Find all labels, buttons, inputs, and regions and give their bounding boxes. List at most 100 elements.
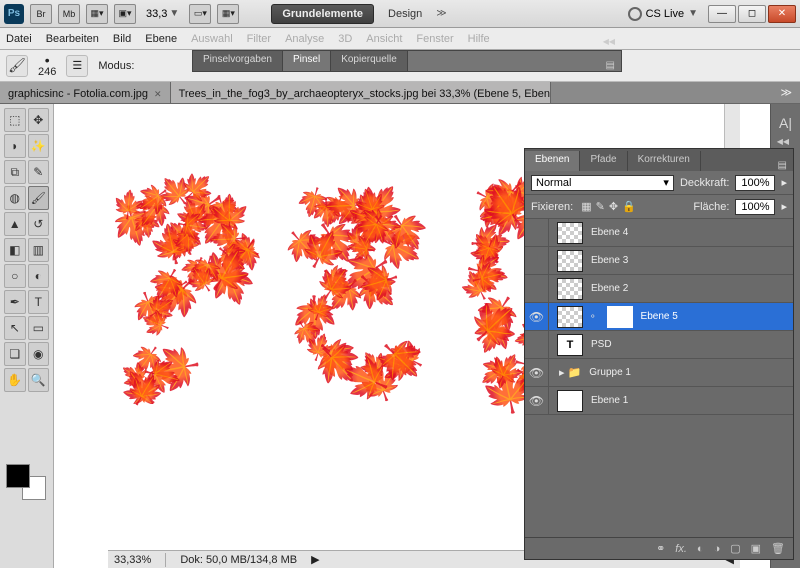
- mask-icon[interactable]: ◐: [697, 543, 704, 555]
- arrange-docs-button[interactable]: ▦▾: [86, 4, 108, 24]
- collapse-icon[interactable]: ◀◀: [603, 37, 615, 46]
- collapse-icon[interactable]: ◀◀: [777, 137, 789, 146]
- layer-name[interactable]: PSD: [591, 339, 612, 350]
- fx-icon[interactable]: fx.: [675, 543, 687, 555]
- cslive-label[interactable]: CS Live: [646, 8, 685, 20]
- close-icon[interactable]: ✕: [154, 89, 162, 100]
- eyedropper-tool[interactable]: ✎: [28, 160, 50, 184]
- tab-pinsel[interactable]: Pinsel: [283, 51, 331, 71]
- status-arrow-icon[interactable]: ▶: [311, 553, 319, 566]
- minibridge-button[interactable]: Mb: [58, 4, 80, 24]
- menu-fenster[interactable]: Fenster: [416, 33, 453, 45]
- history-brush-tool[interactable]: ↺: [28, 212, 50, 236]
- lock-buttons[interactable]: ▦✎✥🔒: [579, 200, 638, 213]
- new-layer-icon[interactable]: ▣: [751, 542, 761, 555]
- layer-name[interactable]: Gruppe 1: [589, 367, 631, 378]
- visibility-toggle[interactable]: [525, 247, 549, 274]
- brush-preset[interactable]: • 246: [38, 53, 56, 78]
- tab-ebenen[interactable]: Ebenen: [525, 151, 580, 171]
- blur-tool[interactable]: ○: [4, 264, 26, 288]
- trash-icon[interactable]: 🗑: [771, 542, 785, 555]
- doc-tab-trees[interactable]: Trees_in_the_fog3_by_archaeopteryx_stock…: [171, 82, 551, 103]
- type-tool[interactable]: T: [28, 290, 50, 314]
- tool-preset-button[interactable]: 🖌: [6, 55, 28, 77]
- zoom-selector[interactable]: 33,3 ▼: [142, 8, 183, 20]
- bridge-button[interactable]: Br: [30, 4, 52, 24]
- shape-tool[interactable]: ▭: [28, 316, 50, 340]
- layer-row[interactable]: 👁 Ebene 1: [525, 387, 793, 415]
- crop-tool[interactable]: ⧉: [4, 160, 26, 184]
- workspace-active[interactable]: Grundelemente: [271, 4, 374, 24]
- tab-korrekturen[interactable]: Korrekturen: [628, 151, 701, 171]
- blend-mode-select[interactable]: Normal▾: [531, 175, 674, 191]
- doc-tab-fotolia[interactable]: graphicsinc - Fotolia.com.jpg ✕: [0, 82, 171, 103]
- tab-pfade[interactable]: Pfade: [580, 151, 627, 171]
- menu-auswahl[interactable]: Auswahl: [191, 33, 233, 45]
- camera-tool[interactable]: ◉: [28, 342, 50, 366]
- menu-hilfe[interactable]: Hilfe: [468, 33, 490, 45]
- tab-kopierquelle[interactable]: Kopierquelle: [331, 51, 408, 71]
- layers-panel[interactable]: ◀◀ Ebenen Pfade Korrekturen ▤ Normal▾ De…: [524, 148, 794, 560]
- layer-name[interactable]: Ebene 1: [591, 395, 628, 406]
- stamp-tool[interactable]: ▲: [4, 212, 26, 236]
- zoom-tool[interactable]: 🔍: [28, 368, 50, 392]
- menu-ansicht[interactable]: Ansicht: [366, 33, 402, 45]
- layer-name[interactable]: Ebene 3: [591, 255, 628, 266]
- menu-analyse[interactable]: Analyse: [285, 33, 324, 45]
- guides-button[interactable]: ▦▾: [217, 4, 239, 24]
- brush-tool[interactable]: 🖌: [28, 186, 50, 210]
- visibility-toggle[interactable]: [525, 275, 549, 302]
- close-button[interactable]: ✕: [768, 5, 796, 23]
- heal-tool[interactable]: ◍: [4, 186, 26, 210]
- overflow-tabs-icon[interactable]: ≫: [772, 82, 800, 103]
- adjustment-icon[interactable]: ◑: [714, 543, 721, 555]
- screen-mode-button[interactable]: ▣▾: [114, 4, 136, 24]
- path-tool[interactable]: ↖: [4, 316, 26, 340]
- status-zoom[interactable]: 33,33%: [114, 554, 151, 566]
- extras-button[interactable]: ▭▾: [189, 4, 211, 24]
- visibility-toggle[interactable]: 👁: [525, 303, 549, 330]
- layer-row[interactable]: TPSD: [525, 331, 793, 359]
- status-docsize[interactable]: Dok: 50,0 MB/134,8 MB: [180, 554, 297, 566]
- visibility-toggle[interactable]: [525, 219, 549, 246]
- menu-bearbeiten[interactable]: Bearbeiten: [46, 33, 99, 45]
- visibility-toggle[interactable]: 👁: [525, 387, 549, 414]
- menu-datei[interactable]: Datei: [6, 33, 32, 45]
- foreground-color[interactable]: [6, 464, 30, 488]
- tab-pinselvorgaben[interactable]: Pinselvorgaben: [193, 51, 283, 71]
- layer-name[interactable]: Ebene 2: [591, 283, 628, 294]
- group-icon[interactable]: ▢: [730, 542, 740, 555]
- visibility-toggle[interactable]: [525, 331, 549, 358]
- workspace-more-icon[interactable]: ≫: [436, 8, 446, 19]
- workspace-design[interactable]: Design: [380, 6, 430, 22]
- visibility-toggle[interactable]: 👁: [525, 359, 549, 386]
- panel-menu-icon[interactable]: ▤: [778, 160, 793, 171]
- layer-row[interactable]: Ebene 4: [525, 219, 793, 247]
- pen-tool[interactable]: ✒: [4, 290, 26, 314]
- wand-tool[interactable]: ✨: [28, 134, 50, 158]
- link-layers-icon[interactable]: ⚭: [656, 542, 665, 555]
- menu-bild[interactable]: Bild: [113, 33, 131, 45]
- hand-tool[interactable]: ✋: [4, 368, 26, 392]
- menu-ebene[interactable]: Ebene: [145, 33, 177, 45]
- dodge-tool[interactable]: ◐: [28, 264, 50, 288]
- layer-row[interactable]: Ebene 2: [525, 275, 793, 303]
- fill-input[interactable]: 100%: [735, 199, 775, 215]
- brush-panel-dock[interactable]: ◀◀ Pinselvorgaben Pinsel Kopierquelle ▤: [192, 50, 622, 72]
- character-panel-icon[interactable]: A|: [775, 112, 797, 134]
- marquee-tool[interactable]: ✥: [28, 108, 50, 132]
- layer-row[interactable]: 👁▸ 📁Gruppe 1: [525, 359, 793, 387]
- 3d-tool[interactable]: ❏: [4, 342, 26, 366]
- move-tool[interactable]: ⬚: [4, 108, 26, 132]
- menu-3d[interactable]: 3D: [338, 33, 352, 45]
- panel-menu-icon[interactable]: ▤: [606, 60, 621, 71]
- layer-name[interactable]: Ebene 5: [641, 311, 678, 322]
- mask-link-icon[interactable]: ⚬: [589, 311, 597, 322]
- menu-filter[interactable]: Filter: [247, 33, 271, 45]
- eraser-tool[interactable]: ◧: [4, 238, 26, 262]
- layer-row[interactable]: 👁 ⚬ Ebene 5: [525, 303, 793, 331]
- brush-panel-toggle[interactable]: ☰: [66, 55, 88, 77]
- layer-name[interactable]: Ebene 4: [591, 227, 628, 238]
- opacity-input[interactable]: 100%: [735, 175, 775, 191]
- maximize-button[interactable]: ◻: [738, 5, 766, 23]
